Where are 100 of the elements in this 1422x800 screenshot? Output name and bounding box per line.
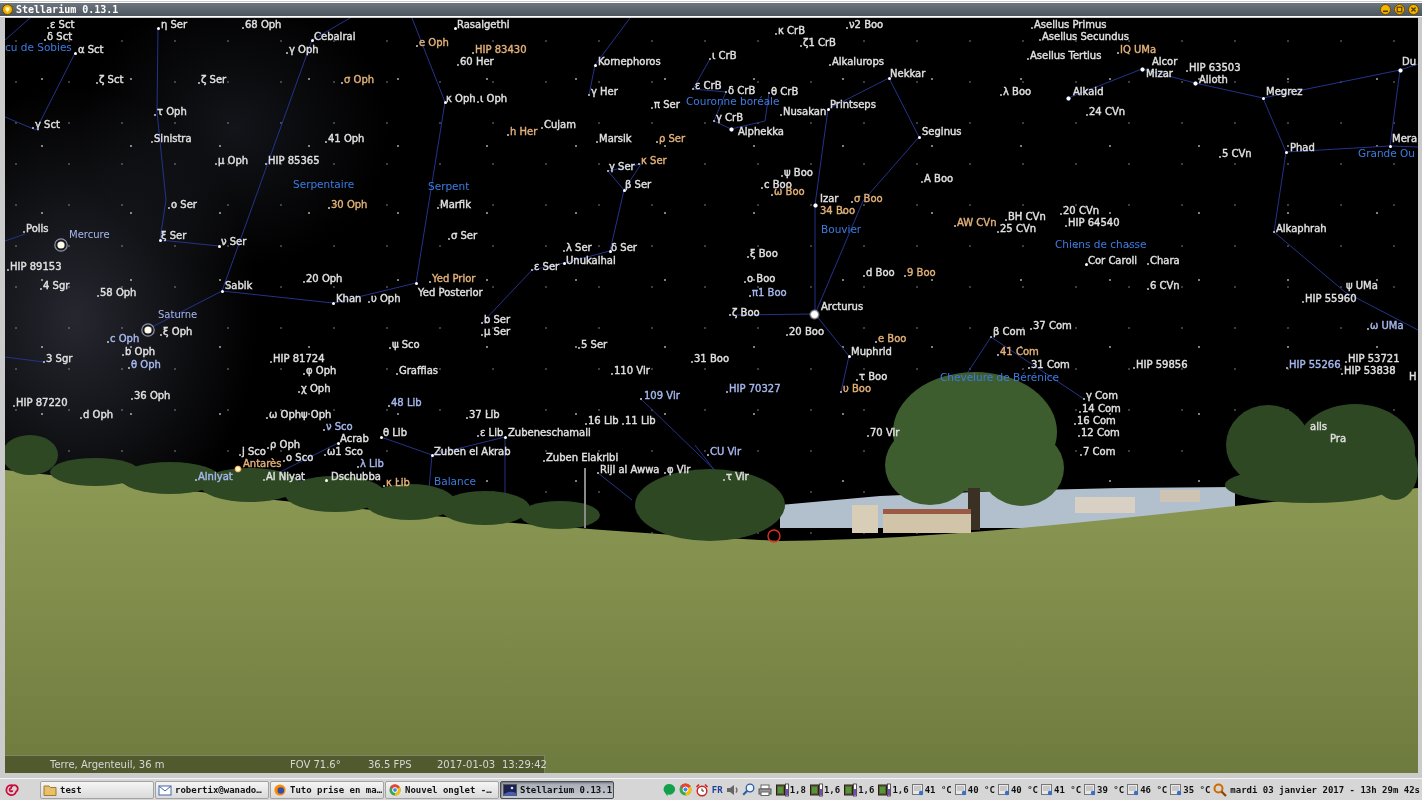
star-label: 41 Com <box>1000 346 1039 357</box>
printer-icon[interactable] <box>757 783 772 796</box>
task-button[interactable]: Nouvel onglet -… <box>385 780 499 799</box>
star-label: j Sco <box>242 446 266 457</box>
star-label: 34 Boo <box>820 205 855 216</box>
star-label: 30 Oph <box>331 199 368 210</box>
fps-text: 36.5 FPS <box>368 759 413 770</box>
star-label: Arcturus <box>821 301 864 312</box>
app-icon[interactable] <box>2 4 13 15</box>
drive-icon[interactable] <box>911 783 924 796</box>
star-label: Rasalgethi <box>457 19 510 30</box>
drive-icon[interactable] <box>997 783 1010 796</box>
star-label: ω Oph <box>269 409 302 420</box>
start-menu-button[interactable] <box>3 781 19 798</box>
drive-icon[interactable] <box>1040 783 1053 796</box>
search-icon[interactable] <box>1213 782 1228 797</box>
clock-label[interactable]: mardi 03 janvier 2017 - 13h 29m 42s <box>1230 784 1420 795</box>
chip-icon[interactable] <box>843 782 858 797</box>
star-label: ξ Oph <box>163 326 193 337</box>
task-button[interactable]: test <box>40 780 154 799</box>
star-label: 70 Vir <box>870 427 900 438</box>
planet-icon <box>141 323 155 337</box>
star-label: δ CrB <box>728 85 756 96</box>
location-text: Terre, Argenteuil, 36 m <box>50 759 166 770</box>
star-label: λ Boo <box>1003 86 1032 97</box>
planet-icon <box>54 238 68 252</box>
speaker-icon[interactable] <box>725 783 739 796</box>
constellation-label: Serpent <box>428 181 470 192</box>
star-label: CU Vir <box>710 446 741 457</box>
constellation-line <box>5 233 26 242</box>
star-label: 11 Lib <box>625 415 656 426</box>
star-label: HIP 81724 <box>273 353 325 364</box>
star-label: σ Oph <box>344 74 375 85</box>
star-label: HIP 89153 <box>10 261 62 272</box>
spiral-icon <box>3 781 19 798</box>
chip-icon[interactable] <box>877 782 892 797</box>
star-label: Cebalrai <box>314 31 356 42</box>
alarm-clock-icon[interactable] <box>694 782 709 797</box>
star-label: 110 Vir <box>614 365 650 376</box>
star-label: Nusakan <box>783 106 827 117</box>
keyboard-layout-indicator[interactable]: FR <box>711 784 723 795</box>
drive-icon[interactable] <box>1170 783 1183 796</box>
star-label: ζ Ser <box>201 74 227 85</box>
drive-icon[interactable] <box>954 783 967 796</box>
speech-bubble-icon[interactable] <box>662 782 676 797</box>
star-label: μ Oph <box>218 155 249 166</box>
star-label: ξ Ser <box>161 230 187 241</box>
star-label: b Ser <box>484 314 511 325</box>
star-label: Mizar <box>1146 68 1173 79</box>
star-label: Alkaphrah <box>1276 223 1327 234</box>
star-label: κ Lib <box>386 477 410 488</box>
star-label: h Her <box>510 126 538 137</box>
chip-icon[interactable] <box>774 782 789 797</box>
star-label: Izar <box>820 193 839 204</box>
ring-icon[interactable] <box>678 783 692 796</box>
minimize-button[interactable] <box>1380 4 1391 15</box>
star-label: 4 Sgr <box>43 280 70 291</box>
magnifier-icon[interactable] <box>741 783 755 796</box>
close-button[interactable] <box>1408 4 1419 15</box>
task-button[interactable]: Stellarium 0.13.1 <box>500 780 614 799</box>
star-label: 16 Com <box>1077 415 1116 426</box>
star-label: Nekkar <box>890 68 926 79</box>
star-label: 6 CVn <box>1150 280 1180 291</box>
star-label: ι Oph <box>480 93 508 104</box>
task-button[interactable]: Tuto prise en ma… <box>270 780 384 799</box>
star-label: HIP 85365 <box>268 155 320 166</box>
star-label: Muphrid <box>851 346 892 357</box>
star-label: Alkaid <box>1073 86 1104 97</box>
date-text: 2017-01-03 <box>437 759 497 770</box>
star-label: Asellus Tertius <box>1030 50 1102 61</box>
drive-icon[interactable] <box>1127 783 1140 796</box>
star-label: ο Ser <box>171 199 197 210</box>
star-label: Graffias <box>399 365 438 376</box>
star-label: HIP 87220 <box>16 397 68 408</box>
time-text: 13:29:42 <box>502 759 547 770</box>
star-label: Phad <box>1290 142 1315 153</box>
star-label: Al Niyat <box>266 471 306 482</box>
star-label: Polis <box>26 223 49 234</box>
star-label: ξ Boo <box>750 248 778 259</box>
star-label: 7 Com <box>1083 446 1116 457</box>
drive-icon[interactable] <box>1084 783 1097 796</box>
star-label: υ Oph <box>371 293 401 304</box>
temperature-reading: 41 °C <box>924 784 952 795</box>
chip-icon[interactable] <box>808 782 823 797</box>
fov-text: FOV 71.6° <box>290 759 342 770</box>
star-label: HIP 55266 <box>1289 359 1341 370</box>
star-label: ζ Sct <box>99 74 124 85</box>
maximize-button[interactable] <box>1394 4 1405 15</box>
star-label: Mera <box>1392 133 1418 144</box>
planet-label: Mercure <box>69 229 110 240</box>
star-label: 9 Boo <box>907 267 936 278</box>
star-label: Seginus <box>922 126 962 137</box>
star-label: π1 Boo <box>752 287 787 298</box>
star-label: κ Oph <box>446 93 476 104</box>
star-label: HIP 55960 <box>1305 293 1357 304</box>
star-label: υ Boo <box>843 383 872 394</box>
star-label: ε Sct <box>50 19 75 30</box>
globe-icon <box>273 783 287 796</box>
star-label: μ Ser <box>484 326 511 337</box>
task-button[interactable]: robertix@wanado… <box>155 780 269 799</box>
